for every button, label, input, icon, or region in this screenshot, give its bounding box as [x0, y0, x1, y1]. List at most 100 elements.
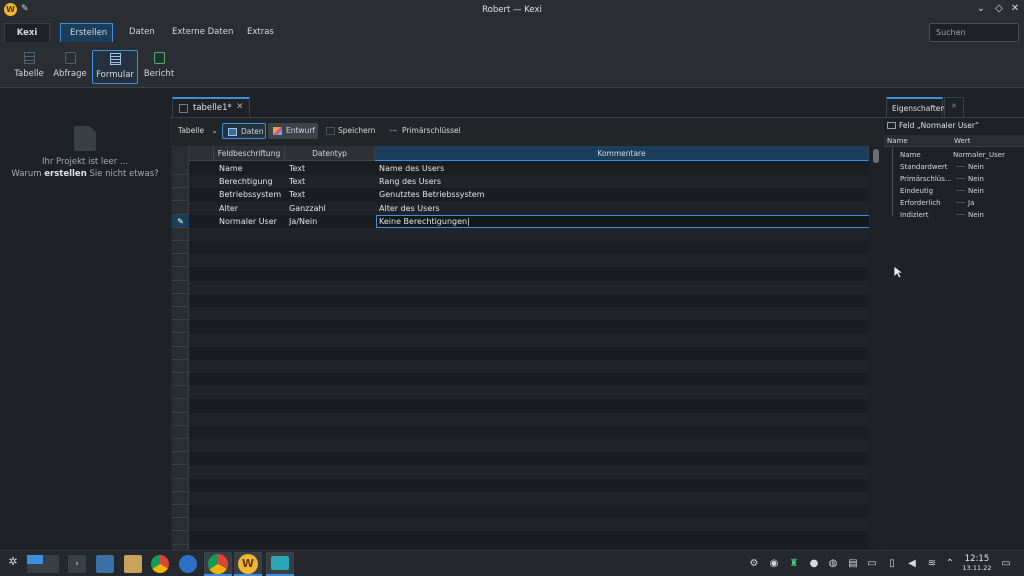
table-row[interactable]	[189, 254, 869, 268]
row-header[interactable]	[172, 268, 189, 281]
terminal-icon[interactable]: ›	[68, 555, 86, 573]
current-row-marker[interactable]: ✎	[172, 214, 189, 228]
property-value[interactable]: Ja	[968, 199, 974, 207]
table-row[interactable]	[189, 400, 869, 413]
close-tab-icon[interactable]: ✕	[236, 102, 244, 112]
table-row[interactable]	[189, 241, 869, 254]
bulb-icon[interactable]: ●	[808, 558, 820, 569]
property-row[interactable]: Primärschlüs... Nein	[884, 173, 1024, 185]
row-header[interactable]	[172, 479, 189, 492]
row-header[interactable]	[172, 492, 189, 505]
table-row[interactable]	[189, 465, 869, 479]
primary-key-button[interactable]: ⊶ Primärschlüssel	[388, 123, 461, 139]
tab-daten[interactable]: Daten	[120, 23, 164, 42]
document-tab-tabelle1[interactable]: tabelle1* ✕	[172, 97, 250, 117]
row-header[interactable]	[172, 505, 189, 519]
maximize-icon[interactable]: ◇	[992, 3, 1006, 14]
table-row[interactable]: Name Text Name des Users	[189, 162, 869, 175]
row-header[interactable]	[172, 518, 189, 532]
clock[interactable]: 12:15 13.11.22	[960, 555, 994, 573]
file-manager-icon[interactable]	[96, 555, 114, 573]
tab-extras[interactable]: Extras	[238, 23, 283, 42]
secondary-panel-tab[interactable]: ×	[944, 97, 964, 117]
chrome-icon[interactable]	[151, 555, 169, 573]
archive-icon[interactable]	[124, 555, 142, 573]
display-icon[interactable]: ◍	[827, 558, 839, 569]
phone-icon[interactable]: ▯	[886, 558, 898, 569]
property-row[interactable]: Eindeutig Nein	[884, 185, 1024, 197]
table-row[interactable]: Betriebssystem Text Genutztes Betriebssyst…	[189, 188, 869, 201]
field-name-cell[interactable]: Berechtigung	[219, 175, 273, 188]
search-input[interactable]: Suchen	[929, 23, 1019, 42]
scrollbar-thumb[interactable]	[873, 149, 879, 163]
table-row[interactable]	[189, 505, 869, 518]
row-header[interactable]	[172, 400, 189, 413]
table-row[interactable]	[189, 280, 869, 294]
data-type-cell[interactable]: Text	[289, 175, 305, 188]
app-launcher-icon[interactable]: ✲	[4, 555, 22, 573]
taskbar-screenshot-window[interactable]	[266, 552, 294, 576]
table-row[interactable]	[189, 439, 869, 453]
create-link[interactable]: erstellen	[44, 169, 87, 179]
clipboard-icon[interactable]: ▤	[847, 558, 859, 569]
row-header[interactable]	[172, 426, 189, 439]
property-value[interactable]: Nein	[968, 211, 984, 219]
row-header[interactable]	[172, 532, 189, 545]
row-header[interactable]	[172, 307, 189, 321]
comment-cell[interactable]: Rang des Users	[379, 175, 441, 188]
field-name-cell[interactable]: Name	[219, 162, 243, 175]
row-header[interactable]	[172, 466, 189, 479]
view-select[interactable]: Tabelle ⌄	[178, 123, 218, 139]
row-header[interactable]	[172, 202, 189, 215]
table-row[interactable]	[189, 452, 869, 465]
table-row[interactable]	[189, 347, 869, 360]
row-header[interactable]	[172, 241, 189, 255]
table-row[interactable]	[189, 479, 869, 492]
table-row[interactable]	[189, 492, 869, 505]
data-type-cell[interactable]: Text	[289, 188, 305, 201]
data-type-cell[interactable]: Text	[289, 162, 305, 175]
table-row[interactable]: Alter Ganzzahl Alter des Users	[189, 201, 869, 215]
table-row[interactable]	[189, 294, 869, 307]
table-row[interactable]	[189, 386, 869, 400]
property-row[interactable]: Erforderlich Ja	[884, 197, 1024, 209]
row-header[interactable]	[172, 281, 189, 294]
row-header[interactable]	[172, 162, 189, 175]
steam-icon[interactable]: ◉	[768, 558, 780, 569]
row-header[interactable]	[172, 413, 189, 426]
table-row[interactable]	[189, 532, 869, 545]
virtual-desktops-pager[interactable]	[27, 555, 59, 573]
column-header-datentyp[interactable]: Datentyp	[285, 146, 375, 161]
pk-column-header[interactable]	[189, 146, 214, 161]
column-header-feldbeschriftung[interactable]: Feldbeschriftung	[214, 146, 285, 161]
table-row[interactable]	[189, 333, 869, 347]
property-value[interactable]: Nein	[968, 163, 984, 171]
data-type-cell[interactable]: Ganzzahl	[289, 202, 326, 215]
comment-cell[interactable]: Alter des Users	[379, 202, 440, 215]
table-row[interactable]: Berechtigung Text Rang des Users	[189, 175, 869, 189]
tab-erstellen[interactable]: Erstellen	[60, 23, 113, 42]
table-row[interactable]	[189, 373, 869, 386]
property-value[interactable]: Nein	[968, 175, 984, 183]
taskbar-kexi-window[interactable]: W	[234, 552, 262, 576]
save-button[interactable]: Speichern	[324, 123, 375, 139]
property-row[interactable]: Name Normaler_User	[884, 149, 1024, 161]
tab-externe-daten[interactable]: Externe Daten	[163, 23, 242, 42]
properties-tab[interactable]: Eigenschaften	[886, 97, 945, 117]
wifi-icon[interactable]: ≋	[926, 558, 938, 569]
ghost-icon[interactable]: ♜	[788, 558, 800, 569]
table-row[interactable]	[189, 228, 869, 241]
row-header[interactable]	[172, 294, 189, 307]
row-header[interactable]	[172, 188, 189, 202]
property-row[interactable]: Indiziert Nein	[884, 209, 1024, 221]
devices-icon[interactable]: ▭	[866, 558, 878, 569]
chat-icon[interactable]	[179, 555, 197, 573]
row-header[interactable]	[172, 386, 189, 400]
row-header[interactable]	[172, 347, 189, 360]
data-view-button[interactable]: Daten	[222, 123, 266, 139]
table-row[interactable]: Normaler User Ja/Nein Keine Berechtigungen…	[189, 214, 869, 228]
column-header-kommentare[interactable]: Kommentare	[375, 146, 869, 161]
create-report-button[interactable]: Bericht	[142, 50, 176, 84]
table-row[interactable]	[189, 320, 869, 333]
table-row[interactable]	[189, 412, 869, 426]
